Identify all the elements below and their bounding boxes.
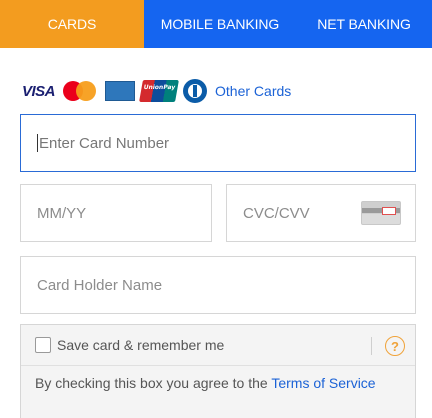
terms-text: By checking this box you agree to the Te… bbox=[35, 373, 405, 393]
visa-logo: VISA bbox=[22, 82, 56, 100]
save-card-label[interactable]: Save card & remember me bbox=[57, 337, 224, 353]
separator-line bbox=[21, 365, 415, 366]
diners-club-logo bbox=[183, 79, 208, 103]
unionpay-logo-text: UnionPay bbox=[143, 84, 176, 91]
unionpay-logo: UnionPay bbox=[139, 80, 179, 102]
divider bbox=[371, 337, 372, 355]
card-logos: VISA UnionPay Other Cards bbox=[22, 76, 291, 106]
save-card-checkbox[interactable] bbox=[35, 337, 51, 353]
help-icon[interactable]: ? bbox=[385, 336, 405, 356]
mastercard-logo bbox=[63, 81, 97, 101]
tab-mobile-banking[interactable]: MOBILE BANKING bbox=[144, 0, 296, 48]
cvc-placeholder: CVC/CVV bbox=[243, 204, 310, 222]
card-holder-input[interactable]: Card Holder Name bbox=[20, 256, 416, 314]
expiry-input[interactable]: MM/YY bbox=[20, 184, 212, 242]
card-number-input[interactable]: Enter Card Number bbox=[20, 114, 416, 172]
amex-logo bbox=[105, 81, 136, 101]
text-cursor bbox=[37, 134, 38, 152]
save-card-panel: Save card & remember me ? By checking th… bbox=[20, 324, 416, 418]
other-cards-link[interactable]: Other Cards bbox=[215, 83, 291, 99]
card-holder-placeholder: Card Holder Name bbox=[37, 276, 163, 294]
cvc-input[interactable]: CVC/CVV bbox=[226, 184, 416, 242]
save-card-row: Save card & remember me bbox=[35, 335, 224, 355]
tab-cards[interactable]: CARDS bbox=[0, 0, 144, 48]
payment-method-tabs: CARDS MOBILE BANKING NET BANKING bbox=[0, 0, 432, 48]
cvc-card-icon bbox=[361, 201, 401, 225]
terms-of-service-link[interactable]: Terms of Service bbox=[271, 375, 375, 391]
card-number-placeholder: Enter Card Number bbox=[39, 134, 170, 152]
tab-net-banking[interactable]: NET BANKING bbox=[296, 0, 432, 48]
expiry-placeholder: MM/YY bbox=[37, 204, 87, 222]
terms-prefix: By checking this box you agree to the bbox=[35, 375, 272, 391]
